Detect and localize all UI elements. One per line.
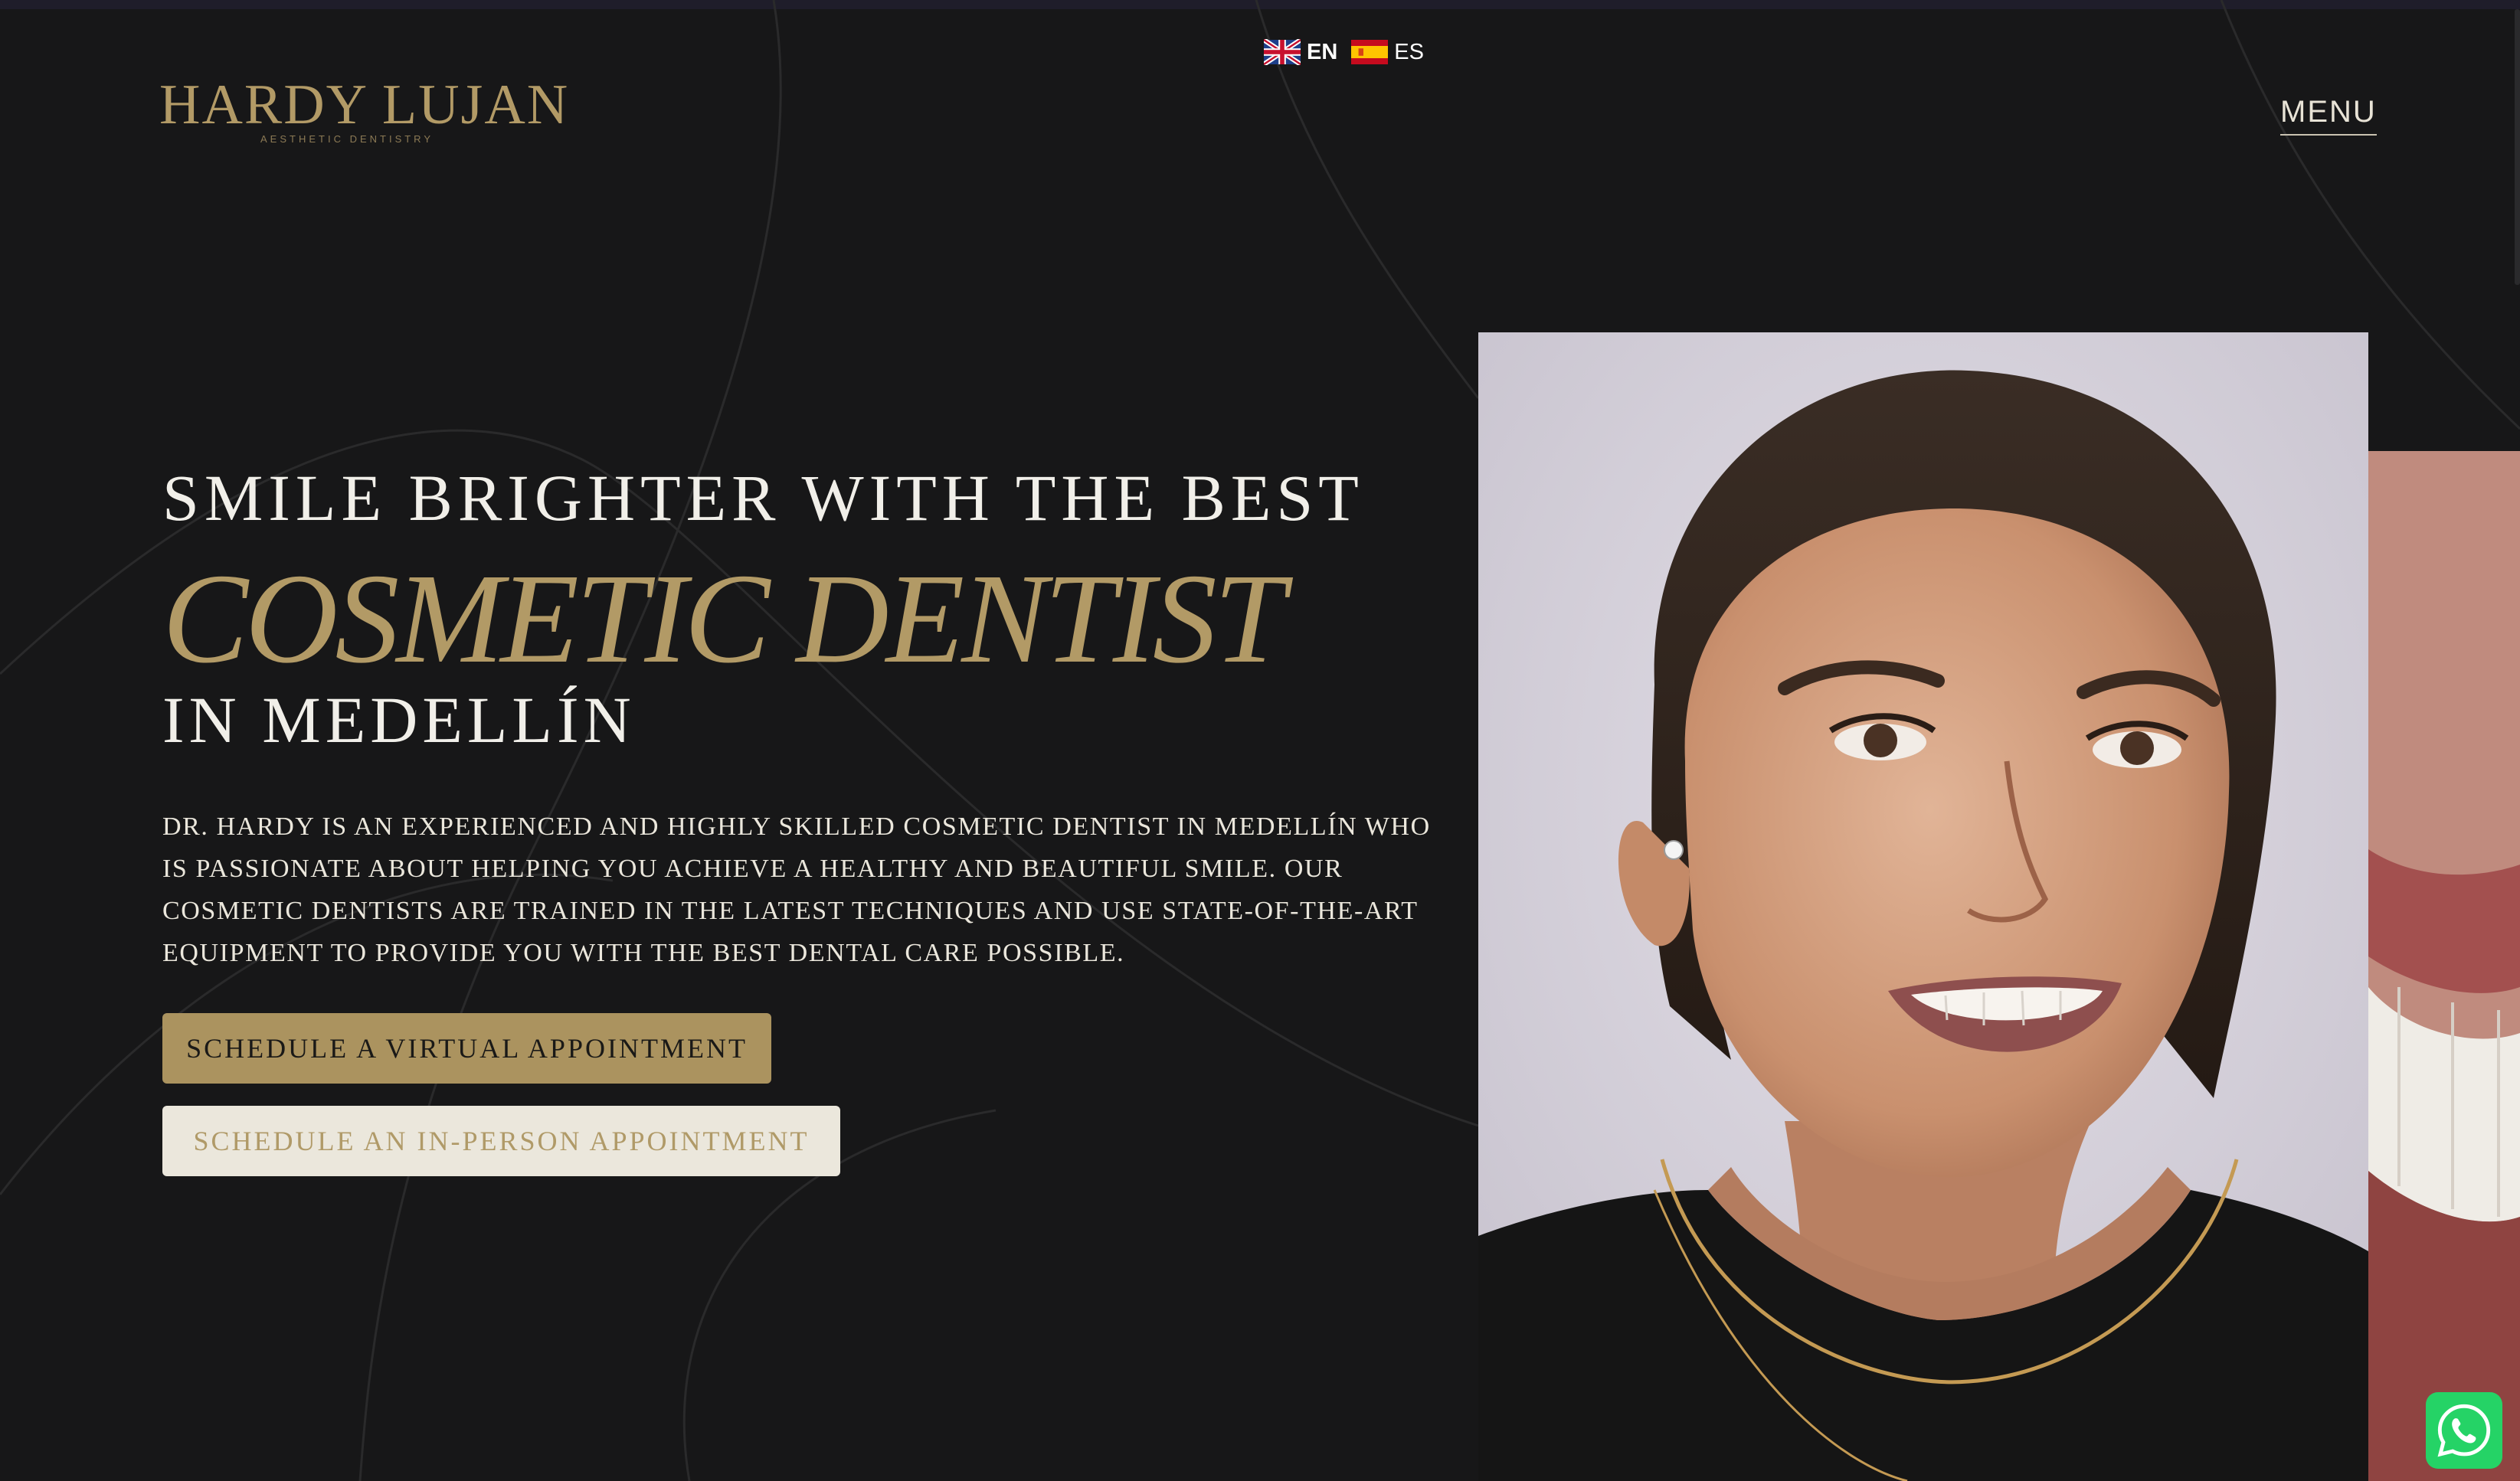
logo-wordmark: HARDY LUJAN: [159, 74, 570, 136]
hero-heading-line1: SMILE BRIGHTER WITH THE BEST: [162, 461, 1364, 535]
language-code: ES: [1394, 39, 1424, 64]
spain-flag-icon: [1351, 40, 1389, 64]
uk-flag-icon: [1264, 39, 1301, 65]
scrollbar[interactable]: [2515, 9, 2520, 285]
menu-button[interactable]: MENU: [2280, 95, 2377, 136]
logo[interactable]: HARDY LUJAN AESTHETIC DENTISTRY: [159, 74, 570, 150]
language-code: EN: [1307, 39, 1338, 64]
schedule-virtual-button[interactable]: SCHEDULE A VIRTUAL APPOINTMENT: [162, 1013, 771, 1084]
language-option-es[interactable]: ES: [1351, 39, 1424, 65]
language-option-en[interactable]: EN: [1264, 39, 1337, 65]
hero-description: DR. HARDY IS AN EXPERIENCED AND HIGHLY S…: [162, 812, 1431, 967]
whatsapp-icon: [2437, 1404, 2491, 1457]
hero-heading-highlight: COSMETIC DENTIST: [162, 548, 1285, 690]
page: EN ES HARDY LUJAN AESTHETIC DENTISTRY ME…: [0, 0, 2520, 1481]
hero-heading: SMILE BRIGHTER WITH THE BEST COSMETIC DE…: [162, 459, 1465, 758]
schedule-in-person-button[interactable]: SCHEDULE AN IN-PERSON APPOINTMENT: [162, 1106, 840, 1176]
language-switcher: EN ES: [1264, 37, 1438, 67]
hero-heading-line3: IN MEDELLÍN: [162, 683, 636, 757]
whatsapp-button[interactable]: [2426, 1392, 2502, 1469]
logo-tagline: AESTHETIC DENTISTRY: [260, 133, 434, 145]
hero-portrait-image: [1478, 332, 2368, 1481]
smile-closeup-image: [2368, 451, 2520, 1481]
